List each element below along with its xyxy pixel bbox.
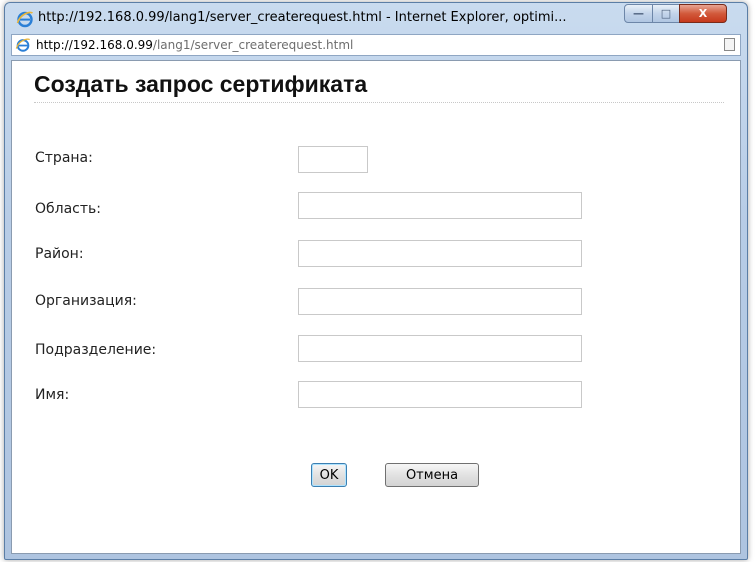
minimize-button[interactable]: — xyxy=(624,4,653,23)
name-label: Имя: xyxy=(35,387,70,403)
name-input[interactable] xyxy=(298,381,582,408)
region-input[interactable] xyxy=(298,192,582,219)
district-input[interactable] xyxy=(298,240,582,267)
window-title: http://192.168.0.99/lang1/server_creater… xyxy=(38,10,567,25)
url-path: /lang1/server_createrequest.html xyxy=(152,38,354,52)
page-title: Создать запрос сертификата xyxy=(34,71,724,103)
district-label: Район: xyxy=(35,246,84,262)
browser-window: http://192.168.0.99/lang1/server_creater… xyxy=(4,2,748,560)
maximize-button[interactable]: □ xyxy=(652,4,680,23)
internet-explorer-icon xyxy=(15,38,31,52)
ok-button[interactable]: OK xyxy=(311,463,347,487)
page-content: Создать запрос сертификата Страна: Облас… xyxy=(11,60,741,554)
address-url: http://192.168.0.99/lang1/server_creater… xyxy=(36,38,353,52)
country-label: Страна: xyxy=(35,150,93,166)
internet-explorer-icon xyxy=(16,11,33,28)
department-label: Подразделение: xyxy=(35,342,157,358)
cancel-button[interactable]: Отмена xyxy=(385,463,479,487)
minimize-icon: — xyxy=(633,7,644,20)
organization-label: Организация: xyxy=(35,293,137,309)
title-bar[interactable]: http://192.168.0.99/lang1/server_creater… xyxy=(5,3,747,33)
close-button[interactable]: X xyxy=(679,4,727,23)
organization-input[interactable] xyxy=(298,288,582,315)
url-host: http://192.168.0.99 xyxy=(36,38,153,52)
close-icon: X xyxy=(698,7,708,20)
maximize-icon: □ xyxy=(660,7,672,20)
country-input[interactable] xyxy=(298,146,368,173)
address-bar[interactable]: http://192.168.0.99/lang1/server_creater… xyxy=(11,34,741,56)
department-input[interactable] xyxy=(298,335,582,362)
page-icon[interactable] xyxy=(724,38,735,51)
region-label: Область: xyxy=(35,201,102,217)
